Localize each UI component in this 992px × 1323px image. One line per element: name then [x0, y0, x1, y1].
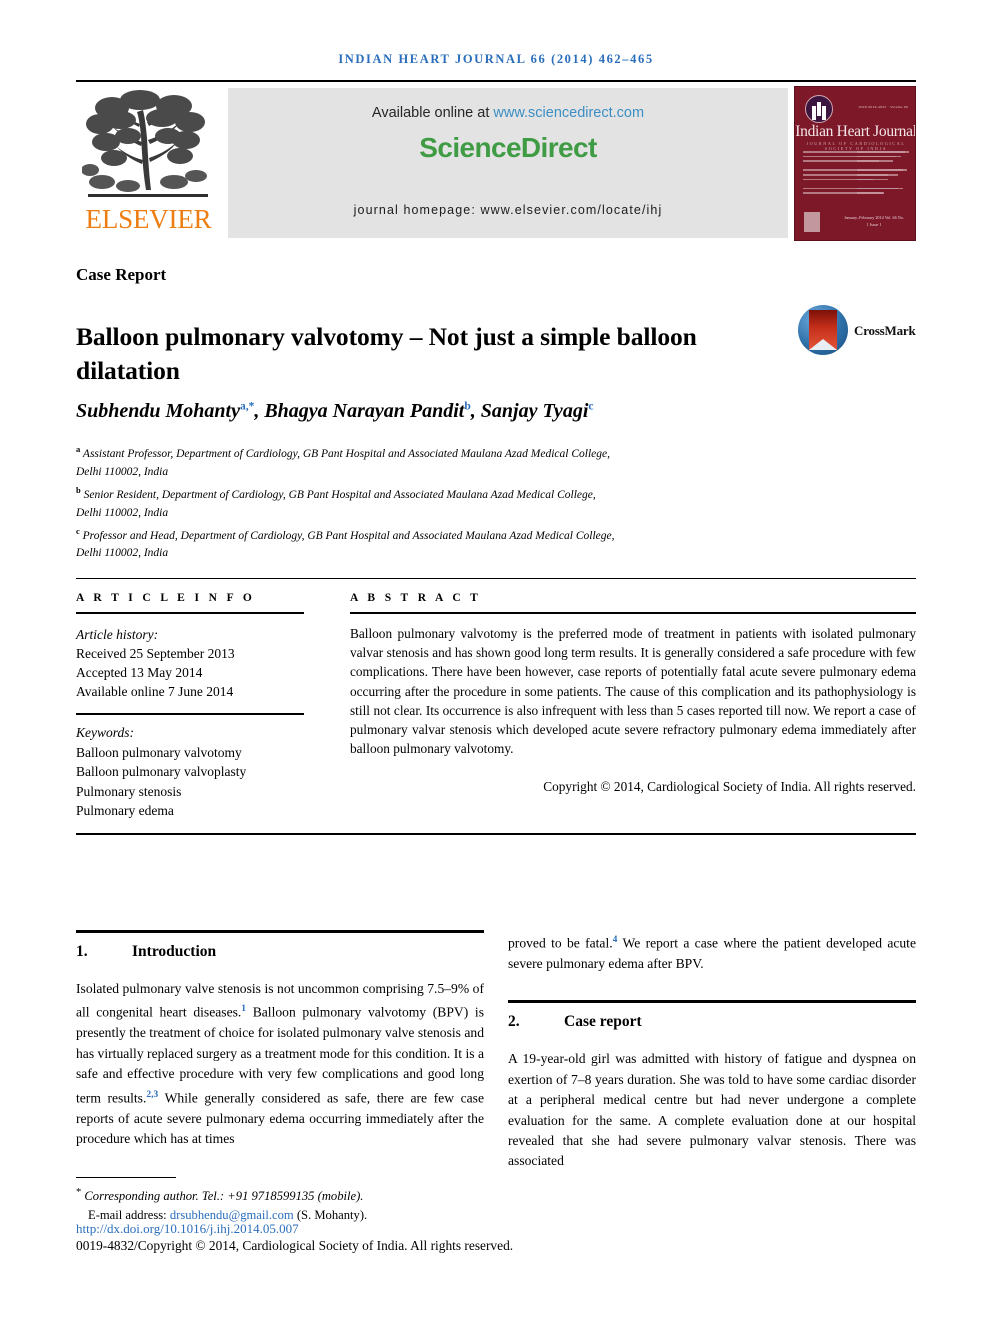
affiliation-line: Delhi 110002, India	[76, 547, 169, 560]
case-report-title: Case report	[564, 1013, 642, 1031]
continuation-text-part1: proved to be fatal.	[508, 935, 613, 951]
journal-society-emblem-icon	[805, 95, 833, 123]
affiliation-item: a Assistant Professor, Department of Car…	[76, 440, 836, 481]
introduction-title: Introduction	[132, 943, 217, 960]
keyword-item: Pulmonary stenosis	[76, 783, 182, 799]
affiliation-line: Delhi 110002, India	[76, 506, 169, 519]
corresponding-author-marker: *	[76, 1187, 82, 1198]
introduction-section-rule	[76, 930, 484, 933]
keywords-label: Keywords:	[76, 725, 134, 740]
author-marks: a,*	[239, 400, 255, 413]
journal-cover-subtitle: JOURNAL OF CARDIOLOGICAL SOCIETY OF INDI…	[806, 141, 906, 151]
affiliation-mark: c	[76, 525, 80, 536]
journal-cover-footer-note: January–February 2014 Vol. 66 No. 1 Issu…	[844, 215, 904, 227]
abstract-text: Balloon pulmonary valvotomy is the prefe…	[350, 626, 916, 757]
case-report-section-rule	[508, 1000, 916, 1004]
journal-article-page: INDIAN HEART JOURNAL 66 (2014) 462–465 E…	[0, 0, 992, 1323]
body-column-left: 1. Introduction Isolated pulmonary valve …	[76, 930, 484, 1149]
author-name: Sanjay Tyagi	[480, 400, 589, 422]
journal-cover-toc-right	[857, 151, 909, 199]
sciencedirect-wordmark: ScienceDirect	[419, 132, 597, 163]
affiliation-line: Professor and Head, Department of Cardio…	[82, 529, 615, 542]
keyword-item: Balloon pulmonary valvoplasty	[76, 764, 247, 779]
page-title: Balloon pulmonary valvotomy – Not just a…	[76, 322, 697, 386]
crossmark-icon	[798, 305, 848, 355]
info-block-bottom-rule	[76, 833, 916, 835]
crossmark-badge[interactable]: CrossMark	[798, 305, 918, 357]
article-available-online-date: Available online 7 June 2014	[76, 684, 234, 699]
issn-copyright-line: 0019-4832/Copyright © 2014, Cardiologica…	[76, 1238, 514, 1253]
article-history-label: Article history:	[76, 627, 159, 642]
email-label: E-mail address:	[88, 1207, 170, 1222]
masthead: ELSEVIER Available online at www.science…	[76, 86, 916, 241]
article-history: Article history: Received 25 September 2…	[76, 625, 316, 701]
case-report-heading: 2. Case report	[508, 1013, 916, 1031]
introduction-continuation-paragraph: proved to be fatal.4 We report a case wh…	[508, 930, 916, 974]
affiliation-line: Senior Resident, Department of Cardiolog…	[83, 488, 596, 501]
email-owner: (S. Mohanty).	[293, 1207, 368, 1222]
affiliation-line: Assistant Professor, Department of Cardi…	[82, 447, 610, 460]
available-online-prefix: Available online at	[371, 105, 494, 121]
introduction-number: 1.	[76, 943, 88, 960]
affiliation-line: Delhi 110002, India	[76, 465, 169, 478]
email-link[interactable]: drsubhendu@gmail.com	[170, 1208, 294, 1222]
sciencedirect-url-link[interactable]: www.sciencedirect.com	[493, 105, 644, 121]
journal-volume-note: ISSN 0019-4832 · Volume 66	[858, 105, 908, 109]
affiliation-mark: b	[76, 484, 81, 495]
article-accepted-date: Accepted 13 May 2014	[76, 665, 203, 680]
info-block-top-rule	[76, 578, 916, 579]
affiliation-item: b Senior Resident, Department of Cardiol…	[76, 481, 836, 522]
case-report-number: 2.	[508, 1013, 520, 1031]
keywords-rule	[76, 713, 304, 715]
running-head: INDIAN HEART JOURNAL 66 (2014) 462–465	[338, 52, 654, 66]
journal-cover-thumbnail: ISSN 0019-4832 · Volume 66 Indian Heart …	[794, 86, 916, 241]
abstract-heading: A B S T R A C T	[350, 592, 482, 604]
footnote-separator-rule	[76, 1177, 176, 1178]
affiliation-list: a Assistant Professor, Department of Car…	[76, 440, 836, 562]
citation-ref[interactable]: 2,3	[146, 1090, 158, 1100]
author-name: Subhendu Mohanty	[76, 400, 240, 422]
doi-link[interactable]: http://dx.doi.org/10.1016/j.ihj.2014.05.…	[76, 1221, 299, 1237]
elsevier-logo: ELSEVIER	[76, 86, 221, 241]
sciencedirect-banner: Available online at www.sciencedirect.co…	[228, 88, 788, 238]
author-marks: b	[464, 400, 471, 413]
corresponding-author-text: Corresponding author. Tel.: +91 97185991…	[84, 1189, 364, 1204]
author-list: Subhendu Mohantya,*, Bhagya Narayan Pand…	[76, 400, 594, 422]
keyword-list: Keywords: Balloon pulmonary valvotomy Ba…	[76, 723, 326, 821]
abstract-rule	[350, 612, 916, 614]
article-info-rule	[76, 612, 304, 614]
author-name: Bhagya Narayan Pandit	[264, 400, 465, 422]
introduction-paragraph: Isolated pulmonary valve stenosis is not…	[76, 979, 484, 1149]
elsevier-tree-icon	[82, 90, 208, 197]
introduction-heading: 1. Introduction	[76, 943, 484, 961]
affiliation-mark: a	[76, 444, 81, 454]
journal-homepage-line: journal homepage: www.elsevier.com/locat…	[353, 203, 663, 217]
keyword-item: Balloon pulmonary valvotomy	[76, 744, 242, 760]
body-column-right: proved to be fatal.4 We report a case wh…	[508, 930, 916, 1172]
abstract-copyright: Copyright © 2014, Cardiological Society …	[543, 779, 916, 794]
journal-cover-title: Indian Heart Journal	[795, 123, 916, 140]
masthead-top-rule	[76, 80, 916, 82]
article-received-date: Received 25 September 2013	[76, 646, 235, 661]
keyword-item: Pulmonary edema	[76, 803, 174, 818]
case-report-paragraph: A 19-year-old girl was admitted with his…	[508, 1051, 916, 1169]
article-info-heading: A R T I C L E I N F O	[76, 592, 256, 604]
corresponding-author-note: * Corresponding author. Tel.: +91 971859…	[76, 1184, 576, 1206]
footnote-block: * Corresponding author. Tel.: +91 971859…	[76, 1184, 576, 1224]
journal-cover-publisher-mark-icon	[804, 212, 820, 232]
elsevier-wordmark: ELSEVIER	[85, 204, 212, 234]
crossmark-label: CrossMark	[854, 323, 916, 338]
affiliation-item: c Professor and Head, Department of Card…	[76, 522, 836, 563]
article-type-label: Case Report	[76, 265, 167, 284]
author-marks: c	[588, 400, 594, 413]
available-online-line: Available online at www.sciencedirect.co…	[228, 105, 788, 121]
